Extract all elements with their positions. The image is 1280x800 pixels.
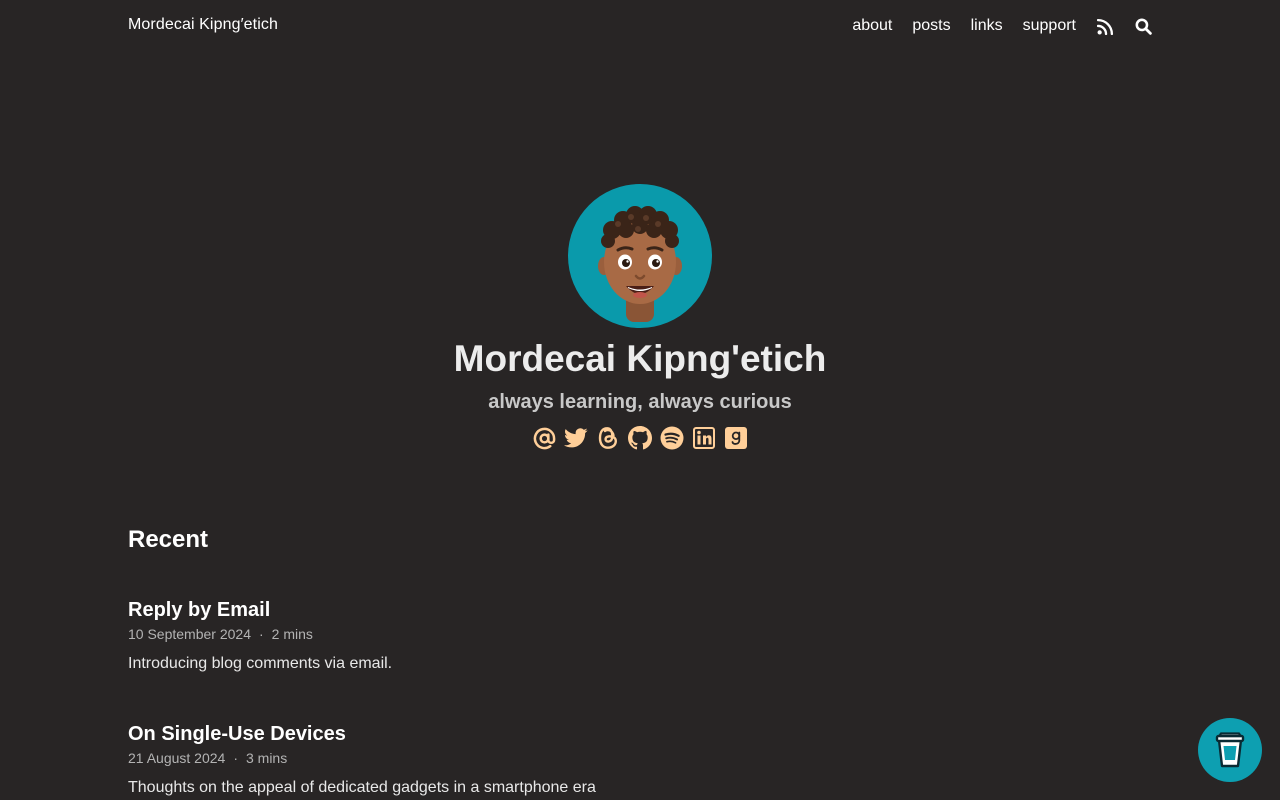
post-date: 21 August 2024 <box>128 750 226 766</box>
post-title-link[interactable]: Reply by Email <box>128 597 392 623</box>
post-item: Reply by Email 10 September 2024 · 2 mins … <box>128 597 392 675</box>
nav-link-support[interactable]: support <box>1023 14 1076 38</box>
site-title-link[interactable]: Mordecai Kipng′etich <box>128 16 278 34</box>
post-read-time: 2 mins <box>271 626 313 642</box>
nav-link-links[interactable]: links <box>971 14 1003 38</box>
social-links <box>0 426 1280 450</box>
hero-name: Mordecai Kipng'etich <box>453 338 827 379</box>
linkedin-icon[interactable] <box>692 426 716 450</box>
post-date: 10 September 2024 <box>128 626 251 642</box>
twitter-icon[interactable] <box>564 426 588 450</box>
post-title-link[interactable]: On Single-Use Devices <box>128 721 596 747</box>
nav-link-about[interactable]: about <box>852 14 892 38</box>
top-navigation-bar: Mordecai Kipng′etich about posts links s… <box>0 0 1280 52</box>
post-read-time: 3 mins <box>245 750 288 766</box>
hero-section: Mordecai Kipng'etich always learning, al… <box>0 184 1280 450</box>
post-meta: 10 September 2024 · 2 mins <box>128 625 392 643</box>
buy-me-a-coffee-button[interactable] <box>1198 718 1262 782</box>
threads-icon[interactable] <box>596 426 620 450</box>
post-summary: Introducing blog comments via email. <box>128 655 393 672</box>
rss-icon[interactable] <box>1096 14 1114 38</box>
nav-link-posts[interactable]: posts <box>912 14 950 38</box>
recent-heading: Recent <box>128 526 209 553</box>
meta-separator: · <box>258 626 264 642</box>
post-item: On Single-Use Devices 21 August 2024 · 3 m… <box>128 721 596 799</box>
meta-separator: · <box>233 750 238 766</box>
post-summary: Thoughts on the appeal of dedicated gadg… <box>128 779 596 796</box>
github-icon[interactable] <box>628 426 652 450</box>
spotify-icon[interactable] <box>660 426 684 450</box>
hero-tagline: always learning, always curious <box>488 391 792 413</box>
post-meta: 21 August 2024 · 3 mins <box>128 749 596 767</box>
memoji-avatar-icon <box>598 206 682 322</box>
main-nav: about posts links support <box>832 14 1152 38</box>
coffee-cup-icon <box>1215 732 1245 768</box>
avatar <box>568 184 712 328</box>
email-icon[interactable] <box>532 426 556 450</box>
search-icon[interactable] <box>1134 14 1152 38</box>
goodreads-icon[interactable] <box>724 426 748 450</box>
